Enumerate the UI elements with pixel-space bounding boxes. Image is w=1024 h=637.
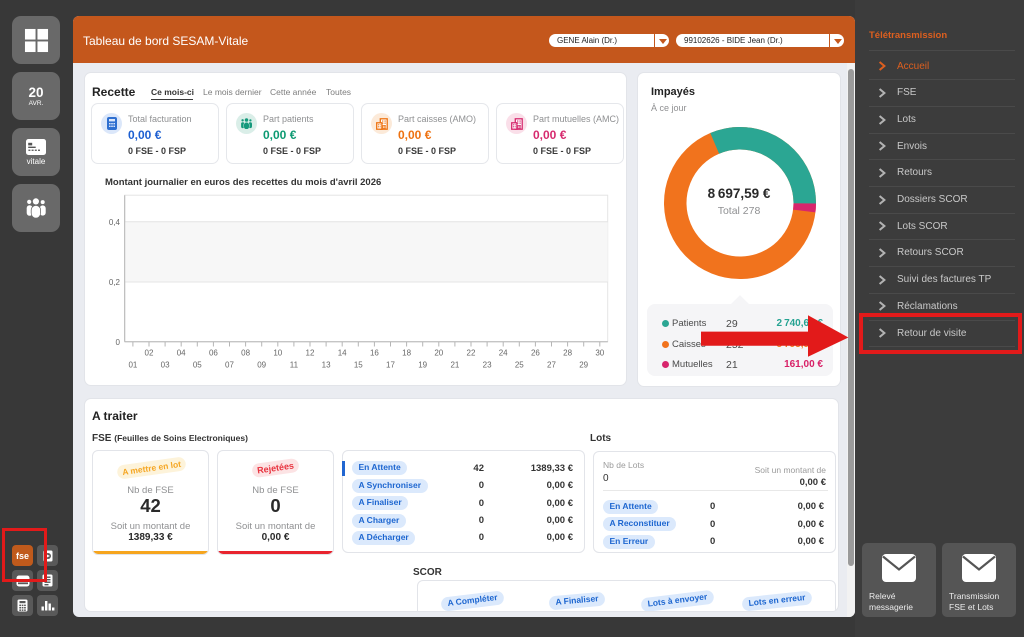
svg-text:07: 07 xyxy=(225,361,234,370)
svg-text:22: 22 xyxy=(467,349,476,358)
svg-text:08: 08 xyxy=(241,349,250,358)
svg-text:19: 19 xyxy=(418,361,427,370)
svg-text:05: 05 xyxy=(193,361,202,370)
svg-text:29: 29 xyxy=(579,361,588,370)
svg-text:0,4: 0,4 xyxy=(109,218,121,227)
svg-text:28: 28 xyxy=(563,349,572,358)
svg-text:12: 12 xyxy=(306,349,315,358)
svg-text:23: 23 xyxy=(483,361,492,370)
svg-text:13: 13 xyxy=(322,361,331,370)
svg-text:24: 24 xyxy=(499,349,508,358)
svg-text:18: 18 xyxy=(402,349,411,358)
svg-text:06: 06 xyxy=(209,349,218,358)
svg-text:30: 30 xyxy=(595,349,604,358)
svg-text:20: 20 xyxy=(434,349,443,358)
svg-text:27: 27 xyxy=(547,361,556,370)
svg-text:0,2: 0,2 xyxy=(109,278,121,287)
svg-text:09: 09 xyxy=(257,361,266,370)
svg-text:17: 17 xyxy=(386,361,395,370)
svg-text:11: 11 xyxy=(290,361,299,370)
svg-text:0: 0 xyxy=(116,338,121,347)
svg-text:16: 16 xyxy=(370,349,379,358)
svg-text:02: 02 xyxy=(145,349,154,358)
svg-text:01: 01 xyxy=(128,361,137,370)
svg-text:25: 25 xyxy=(515,361,524,370)
svg-text:14: 14 xyxy=(338,349,347,358)
svg-text:15: 15 xyxy=(354,361,363,370)
svg-text:26: 26 xyxy=(531,349,540,358)
svg-text:03: 03 xyxy=(161,361,170,370)
svg-text:04: 04 xyxy=(177,349,186,358)
svg-text:10: 10 xyxy=(273,349,282,358)
svg-text:21: 21 xyxy=(450,361,459,370)
